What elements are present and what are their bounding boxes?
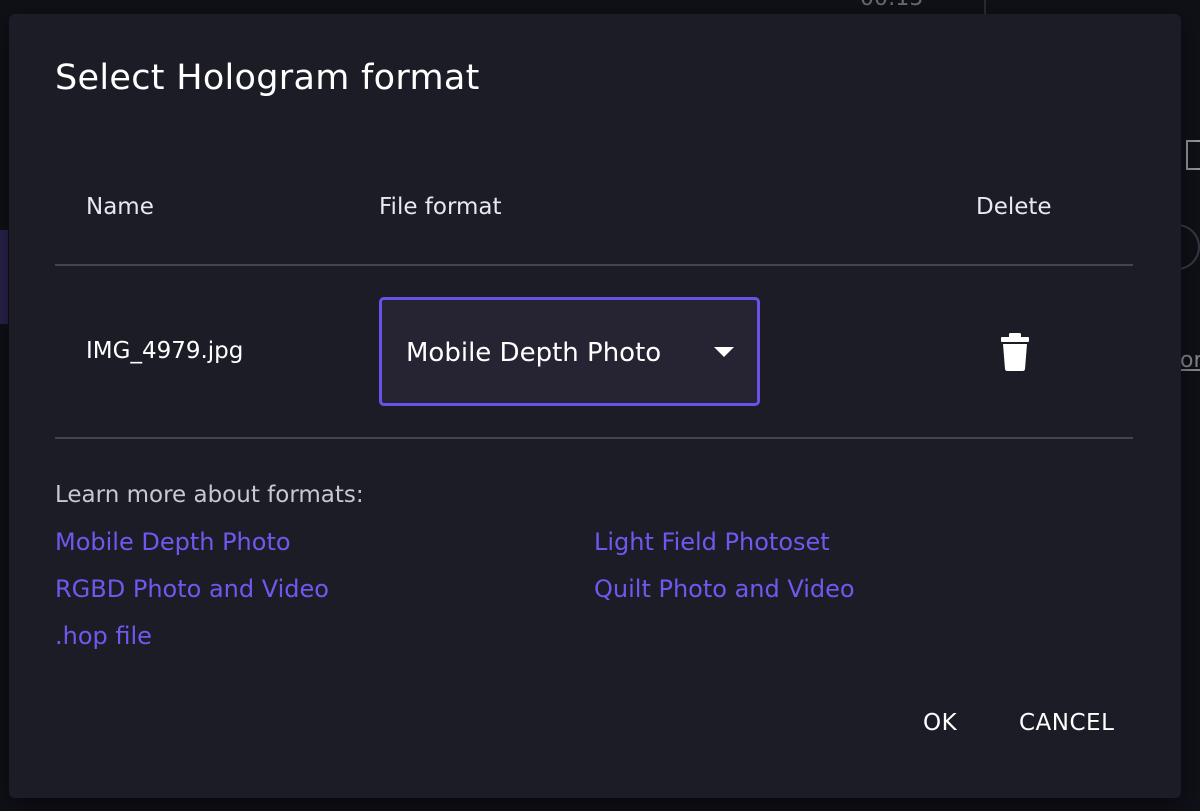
link-hop-file[interactable]: .hop file <box>55 622 152 650</box>
file-name-cell: IMG_4979.jpg <box>86 338 244 364</box>
cancel-button[interactable]: CANCEL <box>1019 710 1114 736</box>
background-selected-indicator <box>0 230 8 324</box>
link-mobile-depth-photo[interactable]: Mobile Depth Photo <box>55 528 291 556</box>
table-divider-bottom <box>55 437 1133 439</box>
learn-more-label: Learn more about formats: <box>55 482 364 508</box>
column-header-delete: Delete <box>976 194 1052 220</box>
dialog-title: Select Hologram format <box>55 58 480 98</box>
background-partial-link: or <box>1180 348 1200 373</box>
link-light-field-photoset[interactable]: Light Field Photoset <box>594 528 830 556</box>
table-header: Name File format Delete <box>55 194 1133 264</box>
background-time-text: 00:15 <box>860 0 923 11</box>
table-divider-top <box>55 264 1133 266</box>
background-divider <box>984 0 986 14</box>
delete-row-button[interactable] <box>1000 332 1030 372</box>
column-header-name: Name <box>86 194 154 220</box>
background-partial-icon <box>1186 140 1200 170</box>
chevron-down-icon <box>714 347 734 357</box>
ok-button[interactable]: OK <box>923 710 957 736</box>
file-format-select[interactable]: Mobile Depth Photo <box>379 297 760 406</box>
link-quilt-photo-video[interactable]: Quilt Photo and Video <box>594 575 855 603</box>
link-rgbd-photo-video[interactable]: RGBD Photo and Video <box>55 575 329 603</box>
file-format-selected-value: Mobile Depth Photo <box>406 338 662 368</box>
column-header-file-format: File format <box>379 194 502 220</box>
trash-icon <box>1001 333 1029 371</box>
select-format-dialog: Select Hologram format Name File format … <box>9 14 1181 798</box>
